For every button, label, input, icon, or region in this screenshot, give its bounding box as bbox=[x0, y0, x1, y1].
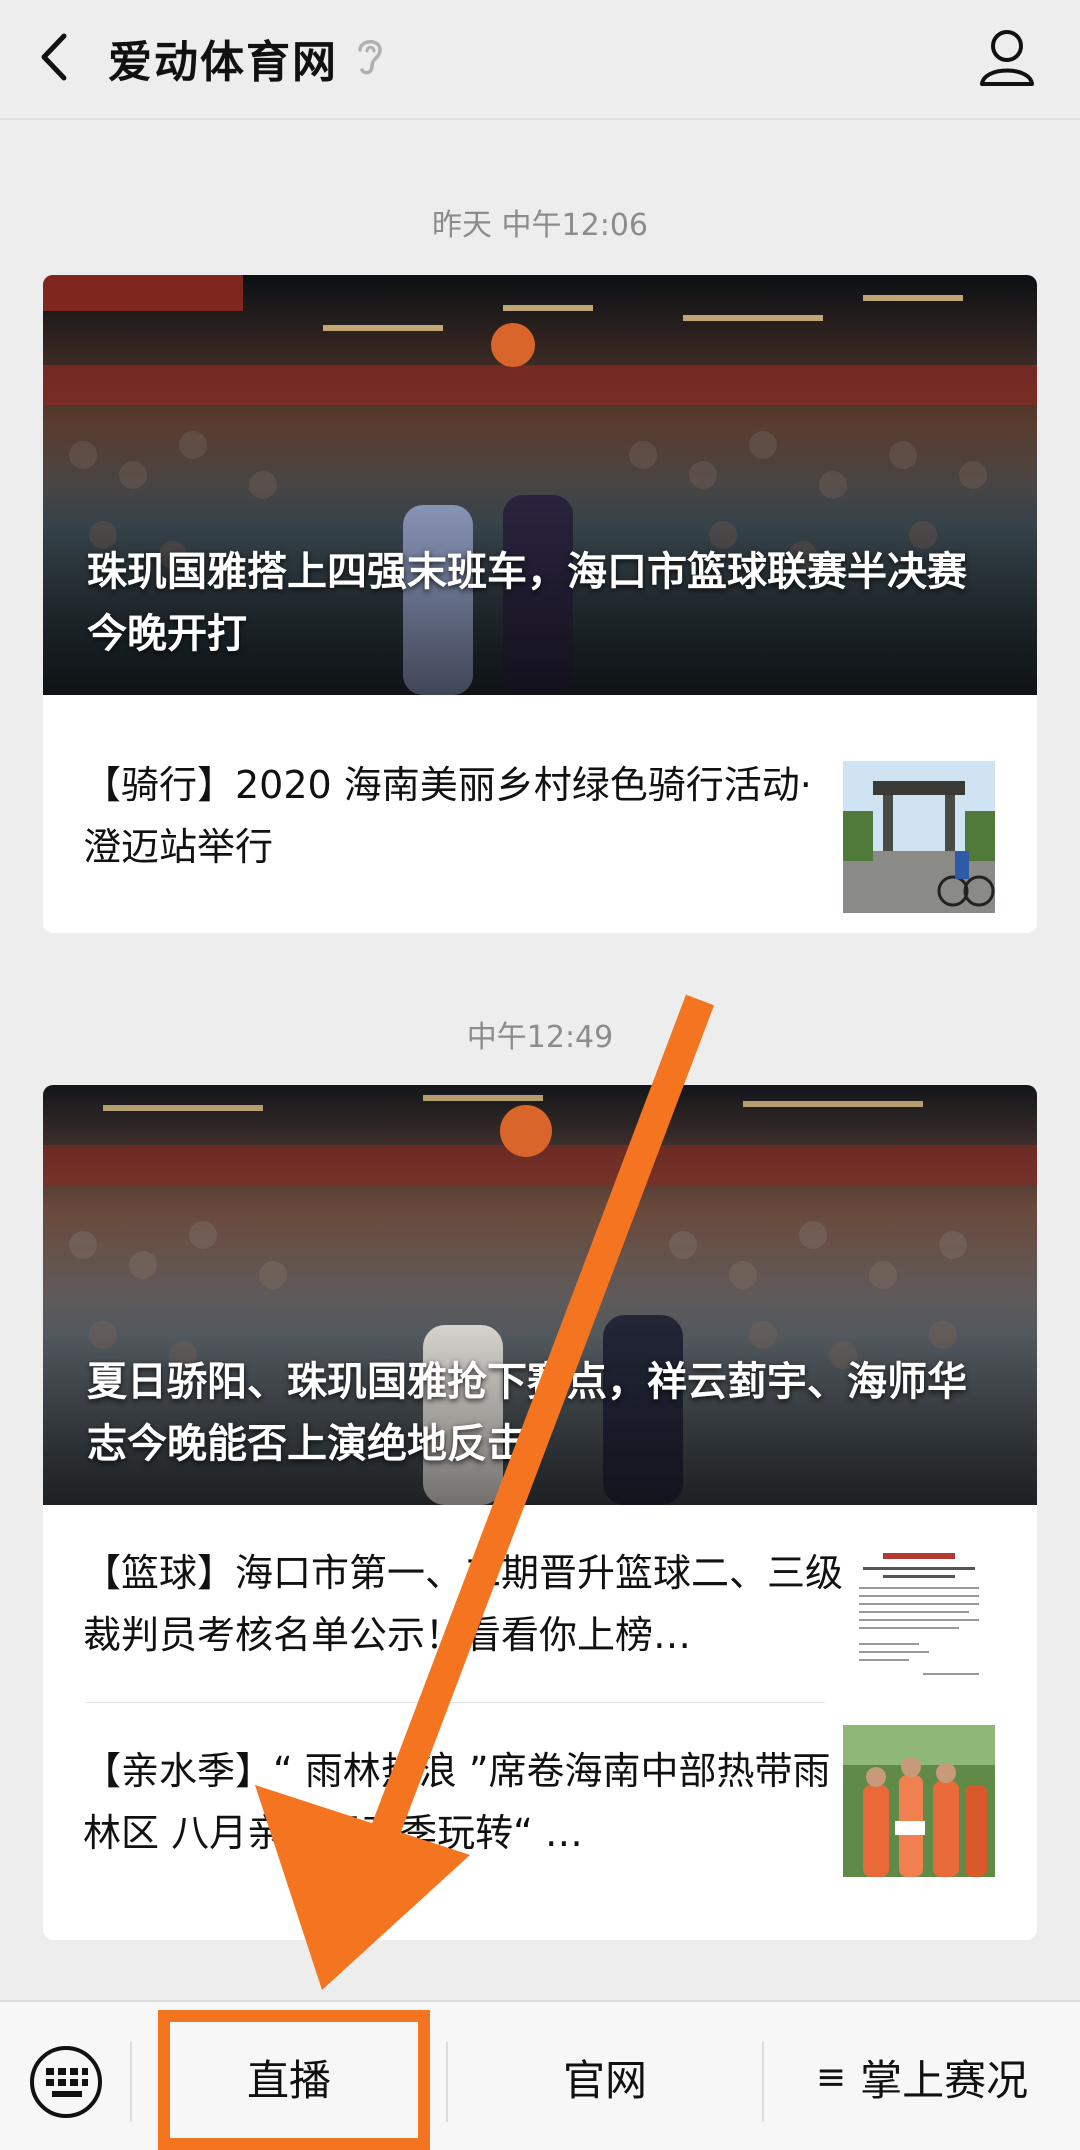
chevron-left-icon bbox=[41, 33, 67, 81]
menu-item-label: 直播 bbox=[246, 2055, 331, 2105]
submenu-indicator-icon: ≡ bbox=[815, 2056, 847, 2098]
message-timestamp: 中午12:49 bbox=[466, 1020, 614, 1055]
cycling-thumbnail-image bbox=[843, 761, 995, 913]
profile-button[interactable] bbox=[974, 22, 1040, 92]
article-list-item[interactable]: 【篮球】海口市第一、二期晋升篮球二、三级裁判员考核名单公示！看看你上榜… bbox=[43, 1505, 1037, 1703]
menu-item-official-site[interactable]: 官网 bbox=[448, 2002, 762, 2150]
keyboard-toggle-button[interactable] bbox=[28, 2044, 104, 2120]
keyboard-icon bbox=[30, 2046, 102, 2118]
article-thumbnail bbox=[843, 1725, 995, 1877]
cover-title: 夏日骄阳、珠玑国雅抢下赛点，祥云菿宇、海师华志今晚能否上演绝地反击？ bbox=[87, 1359, 967, 1467]
article-thumbnail bbox=[843, 1543, 995, 1695]
message-timestamp: 昨天 中午12:06 bbox=[432, 208, 648, 243]
user-profile-icon bbox=[980, 30, 1034, 86]
cover-article[interactable]: 夏日骄阳、珠玑国雅抢下赛点，祥云菿宇、海师华志今晚能否上演绝地反击？ bbox=[43, 1085, 1037, 1505]
account-title: 爱动体育网 bbox=[108, 37, 338, 88]
bottom-menu-bar: 直播 官网 ≡ 掌上赛况 bbox=[0, 2000, 1080, 2150]
cover-article[interactable]: 珠玑国雅搭上四强末班车，海口市篮球联赛半决赛今晚开打 bbox=[43, 275, 1037, 695]
menu-item-match-status[interactable]: ≡ 掌上赛况 bbox=[764, 2002, 1080, 2150]
menu-item-live[interactable]: 直播 bbox=[132, 2002, 446, 2150]
document-thumbnail-image bbox=[843, 1543, 995, 1695]
article-title: 【亲水季】“ 雨林热浪 ”席卷海南中部热带雨林区 八月亲水运动季玩转“ … bbox=[83, 1749, 831, 1855]
article-thumbnail bbox=[843, 761, 995, 913]
article-list-item[interactable]: 【骑行】2020 海南美丽乡村绿色骑行活动·澄迈站举行 bbox=[43, 717, 1037, 915]
ear-icon bbox=[358, 40, 382, 75]
back-button[interactable] bbox=[30, 22, 90, 92]
article-list-item[interactable]: 【亲水季】“ 雨林热浪 ”席卷海南中部热带雨林区 八月亲水运动季玩转“ … bbox=[43, 1703, 1037, 1901]
menu-item-label: 官网 bbox=[562, 2055, 647, 2105]
running-thumbnail-image bbox=[843, 1725, 995, 1877]
article-card: 夏日骄阳、珠玑国雅抢下赛点，祥云菿宇、海师华志今晚能否上演绝地反击？ 【篮球】海… bbox=[43, 1085, 1037, 1940]
menu-item-label: 掌上赛况 bbox=[860, 2055, 1029, 2105]
cover-title: 珠玑国雅搭上四强末班车，海口市篮球联赛半决赛今晚开打 bbox=[87, 549, 967, 657]
chat-header: 爱动体育网 bbox=[0, 0, 1080, 120]
article-title: 【骑行】2020 海南美丽乡村绿色骑行活动·澄迈站举行 bbox=[83, 763, 812, 869]
article-title: 【篮球】海口市第一、二期晋升篮球二、三级裁判员考核名单公示！看看你上榜… bbox=[83, 1551, 844, 1657]
article-card: 珠玑国雅搭上四强末班车，海口市篮球联赛半决赛今晚开打 【骑行】2020 海南美丽… bbox=[43, 275, 1037, 933]
